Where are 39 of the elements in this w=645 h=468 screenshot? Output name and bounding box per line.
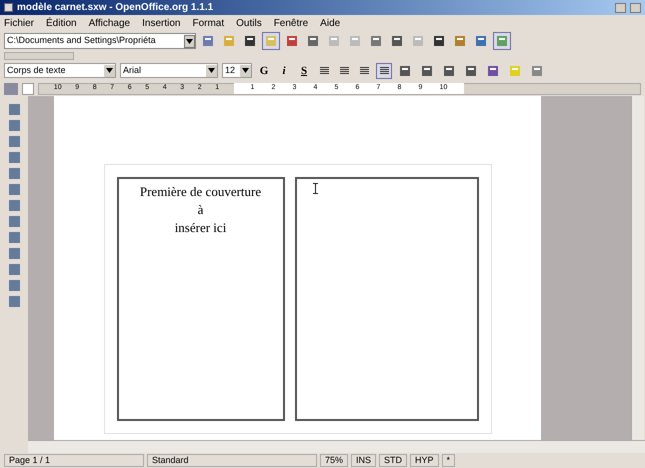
tab-strip [4, 52, 74, 60]
menu-item[interactable]: Fichier [4, 16, 34, 30]
dropdown-icon[interactable] [240, 64, 251, 76]
horizontal-scrollbar[interactable] [28, 440, 645, 453]
tab-stop-button[interactable] [22, 82, 34, 94]
font-field[interactable]: Arial [120, 63, 218, 78]
window-title: modèle carnet.sxw - OpenOffice.org 1.1.1 [17, 1, 214, 15]
path-field[interactable]: C:\Documents and Settings\Propriéta [4, 33, 196, 49]
dropdown-icon[interactable] [104, 64, 115, 76]
size-field[interactable]: 12 [222, 63, 252, 78]
menu-item[interactable]: Insertion [142, 16, 180, 30]
italic-button[interactable]: i [276, 62, 292, 78]
style-field[interactable]: Corps de texte [4, 63, 116, 78]
status-field: INS [351, 454, 376, 467]
menu-item[interactable]: Format [192, 16, 224, 30]
align-icon[interactable] [376, 62, 392, 78]
status-field: * [442, 454, 456, 467]
menu-item[interactable]: Affichage [88, 16, 130, 30]
frame-text: Première de couverture [140, 183, 262, 201]
status-field: Page 1 / 1 [4, 454, 144, 467]
status-field: Standard [147, 454, 317, 467]
menu-item[interactable]: Fenêtre [274, 16, 308, 30]
frame-text: insérer ici [174, 219, 226, 237]
menu-item[interactable]: Outils [236, 16, 262, 30]
text-cursor-icon [312, 183, 318, 194]
dropdown-icon[interactable] [206, 64, 217, 76]
menu-item[interactable]: Édition [46, 16, 77, 30]
bold-button[interactable]: G [256, 62, 272, 78]
frame-text: à [198, 201, 204, 219]
maximize-button[interactable] [630, 2, 641, 12]
status-field: STD [379, 454, 408, 467]
menu-item[interactable]: Aide [320, 16, 340, 30]
minimize-button[interactable] [615, 2, 626, 12]
underline-button[interactable]: S [296, 62, 312, 78]
status-field: 75% [320, 454, 348, 467]
app-icon [4, 3, 13, 12]
dropdown-icon[interactable] [184, 34, 195, 48]
status-field: HYP [410, 454, 439, 467]
vertical-scrollbar[interactable] [631, 96, 644, 440]
